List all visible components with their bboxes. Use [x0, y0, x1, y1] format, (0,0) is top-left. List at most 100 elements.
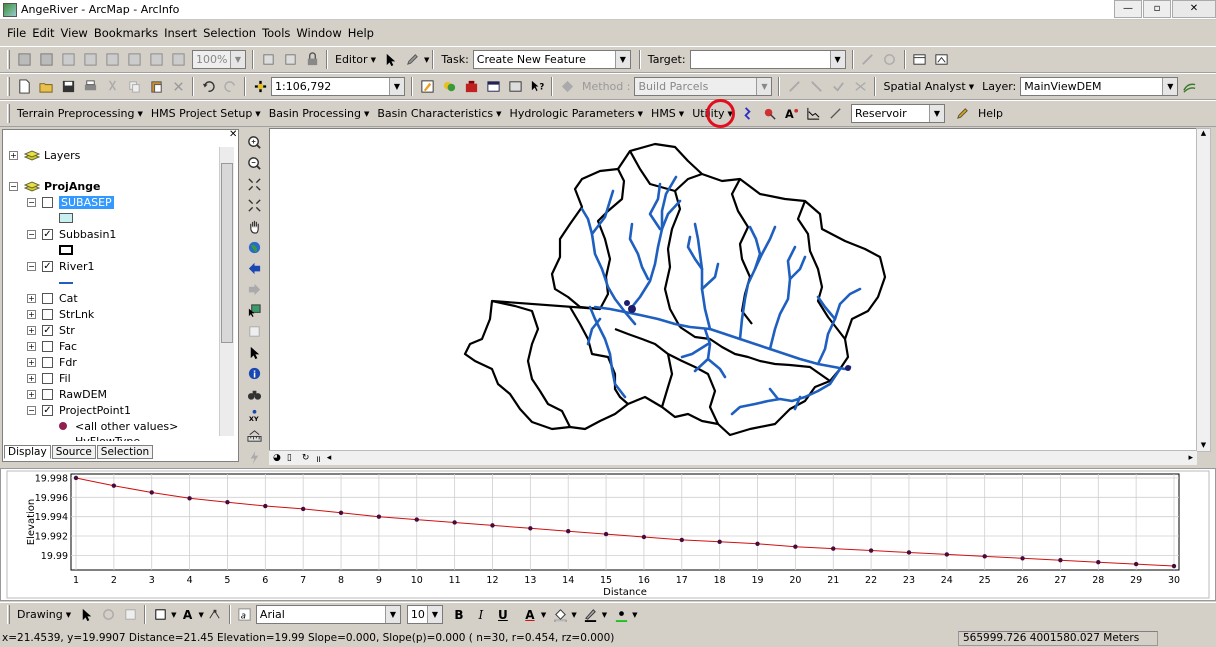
- menu-view[interactable]: View: [58, 26, 91, 40]
- drawing-menu[interactable]: Drawing: [13, 608, 75, 621]
- zoom-to-elements-icon[interactable]: [120, 605, 140, 625]
- task-combo[interactable]: Create New Feature ▼: [472, 50, 631, 69]
- menu-window[interactable]: Window: [293, 26, 344, 40]
- expand-plus-icon[interactable]: +: [9, 150, 18, 160]
- toc-layer-subasep[interactable]: − SUBASEP: [27, 195, 114, 209]
- zoom-100-icon[interactable]: [124, 50, 144, 70]
- go-to-xy-icon[interactable]: XY: [244, 405, 264, 425]
- arctoolbox-icon[interactable]: [439, 77, 459, 97]
- fixed-zoom-in-icon[interactable]: [244, 174, 264, 194]
- method-combo[interactable]: Build Parcels ▼: [634, 77, 773, 96]
- zoom-in-icon[interactable]: [244, 132, 264, 152]
- create-contours-icon[interactable]: [1179, 77, 1199, 97]
- layer-checkbox[interactable]: [42, 308, 53, 320]
- scroll-right-icon[interactable]: ▸: [1188, 453, 1193, 463]
- help-pencil-icon[interactable]: [953, 104, 973, 124]
- close-button[interactable]: ✕: [1172, 0, 1216, 18]
- terrain-preprocessing-menu[interactable]: Terrain Preprocessing: [13, 107, 147, 120]
- layer-checkbox[interactable]: [42, 372, 53, 384]
- select-elements-icon[interactable]: [244, 342, 264, 362]
- scroll-left-icon[interactable]: ◂: [327, 453, 332, 463]
- delete-icon[interactable]: [168, 77, 188, 97]
- forward-arrow-icon[interactable]: [244, 279, 264, 299]
- whole-page-icon[interactable]: [102, 50, 122, 70]
- add-data-icon[interactable]: [250, 77, 270, 97]
- previous-extent-icon[interactable]: [146, 50, 166, 70]
- fill-color-icon[interactable]: [550, 605, 570, 625]
- spatial-analyst-menu[interactable]: Spatial Analyst: [879, 80, 978, 93]
- whats-this-icon[interactable]: ?: [527, 77, 547, 97]
- measure-icon[interactable]: [244, 426, 264, 446]
- basin-characteristics-menu[interactable]: Basin Characteristics: [373, 107, 505, 120]
- redo-icon[interactable]: [220, 77, 240, 97]
- parcel-tool-3-icon[interactable]: [850, 77, 870, 97]
- parcel-tool-1-icon[interactable]: [784, 77, 804, 97]
- menu-file[interactable]: File: [4, 26, 29, 40]
- pan-hand-icon[interactable]: [244, 216, 264, 236]
- minimize-button[interactable]: —: [1114, 0, 1142, 18]
- toc-layer-subbasin1[interactable]: − ✓ Subbasin1: [27, 227, 116, 241]
- menu-help[interactable]: Help: [345, 26, 377, 40]
- find-binoculars-icon[interactable]: [244, 384, 264, 404]
- identify-icon[interactable]: i: [244, 363, 264, 383]
- hydrologic-parameters-menu[interactable]: Hydrologic Parameters: [506, 107, 648, 120]
- toc-scrollbar[interactable]: [219, 147, 234, 436]
- layer-checkbox[interactable]: [42, 356, 53, 368]
- toc-frame-projange[interactable]: − ProjAnge: [9, 179, 101, 193]
- toc-layer-fdr[interactable]: + Fdr: [27, 355, 77, 369]
- check-icon[interactable]: [828, 77, 848, 97]
- toc-layer-river1[interactable]: − ✓ River1: [27, 259, 95, 273]
- select-elements-arrow-icon[interactable]: [76, 605, 96, 625]
- map-scale-combo[interactable]: 1:106,792 ▼: [271, 77, 405, 96]
- hyperlink-icon[interactable]: [244, 447, 264, 467]
- profile-graph-icon[interactable]: [804, 104, 824, 124]
- parcel-tool-2-icon[interactable]: [806, 77, 826, 97]
- paste-icon[interactable]: [146, 77, 166, 97]
- focus-frame-icon[interactable]: [280, 50, 300, 70]
- basin-processing-menu[interactable]: Basin Processing: [265, 107, 374, 120]
- menu-tools[interactable]: Tools: [259, 26, 293, 40]
- layer-checkbox[interactable]: ✓: [42, 260, 53, 272]
- sketch-tool-pencil-icon[interactable]: [403, 50, 423, 70]
- pan-page-icon[interactable]: [80, 50, 100, 70]
- new-document-icon[interactable]: [14, 77, 34, 97]
- menu-insert[interactable]: Insert: [161, 26, 200, 40]
- save-icon[interactable]: [58, 77, 78, 97]
- collapse-minus-icon[interactable]: −: [9, 181, 18, 191]
- back-arrow-icon[interactable]: [244, 258, 264, 278]
- toggle-draft-icon[interactable]: [258, 50, 278, 70]
- layer-checkbox[interactable]: ✓: [42, 404, 53, 416]
- elevation-profile-chart[interactable]: 19.9919.99219.99419.99619.998 1234567891…: [1, 469, 1215, 600]
- editor-toolbar-icon[interactable]: [417, 77, 437, 97]
- layer-combo[interactable]: MainViewDEM ▼: [1020, 77, 1179, 96]
- topology-icon[interactable]: [557, 77, 577, 97]
- tab-source[interactable]: Source: [51, 445, 96, 459]
- map-vertical-scrollbar[interactable]: ▲ ▼: [1196, 128, 1211, 452]
- pause-drawing-icon[interactable]: ॥: [315, 452, 320, 465]
- edit-vertices-icon[interactable]: [205, 605, 225, 625]
- split-tool-icon[interactable]: [858, 50, 878, 70]
- copy-icon[interactable]: [124, 77, 144, 97]
- rectangle-tool-icon[interactable]: [150, 605, 170, 625]
- cut-icon[interactable]: [102, 77, 122, 97]
- toc-layer-cat[interactable]: + Cat: [27, 291, 78, 305]
- bold-button[interactable]: B: [449, 605, 469, 625]
- data-view-icon[interactable]: ◕: [273, 453, 281, 463]
- font-combo[interactable]: Arial ▼: [255, 605, 401, 624]
- identify-river-icon[interactable]: [738, 104, 758, 124]
- target-combo[interactable]: ▼: [689, 50, 846, 69]
- layout-zoom-combo[interactable]: 100% ▼: [192, 50, 246, 69]
- layer-checkbox[interactable]: [42, 340, 53, 352]
- toc-layer-rawdem[interactable]: + RawDEM: [27, 387, 107, 401]
- next-extent-icon[interactable]: [168, 50, 188, 70]
- line-color-icon[interactable]: [581, 605, 601, 625]
- marker-color-icon[interactable]: [611, 605, 631, 625]
- toc-layer-strlnk[interactable]: + StrLnk: [27, 307, 94, 321]
- toc-layer-fil[interactable]: + Fil: [27, 371, 71, 385]
- zoom-in-fixed-icon[interactable]: [14, 50, 34, 70]
- sketch-properties-icon[interactable]: [932, 50, 952, 70]
- fixed-zoom-icon[interactable]: [58, 50, 78, 70]
- model-builder-icon[interactable]: [505, 77, 525, 97]
- layer-checkbox[interactable]: ✓: [42, 228, 53, 240]
- toc-root-layers[interactable]: + Layers: [9, 148, 80, 162]
